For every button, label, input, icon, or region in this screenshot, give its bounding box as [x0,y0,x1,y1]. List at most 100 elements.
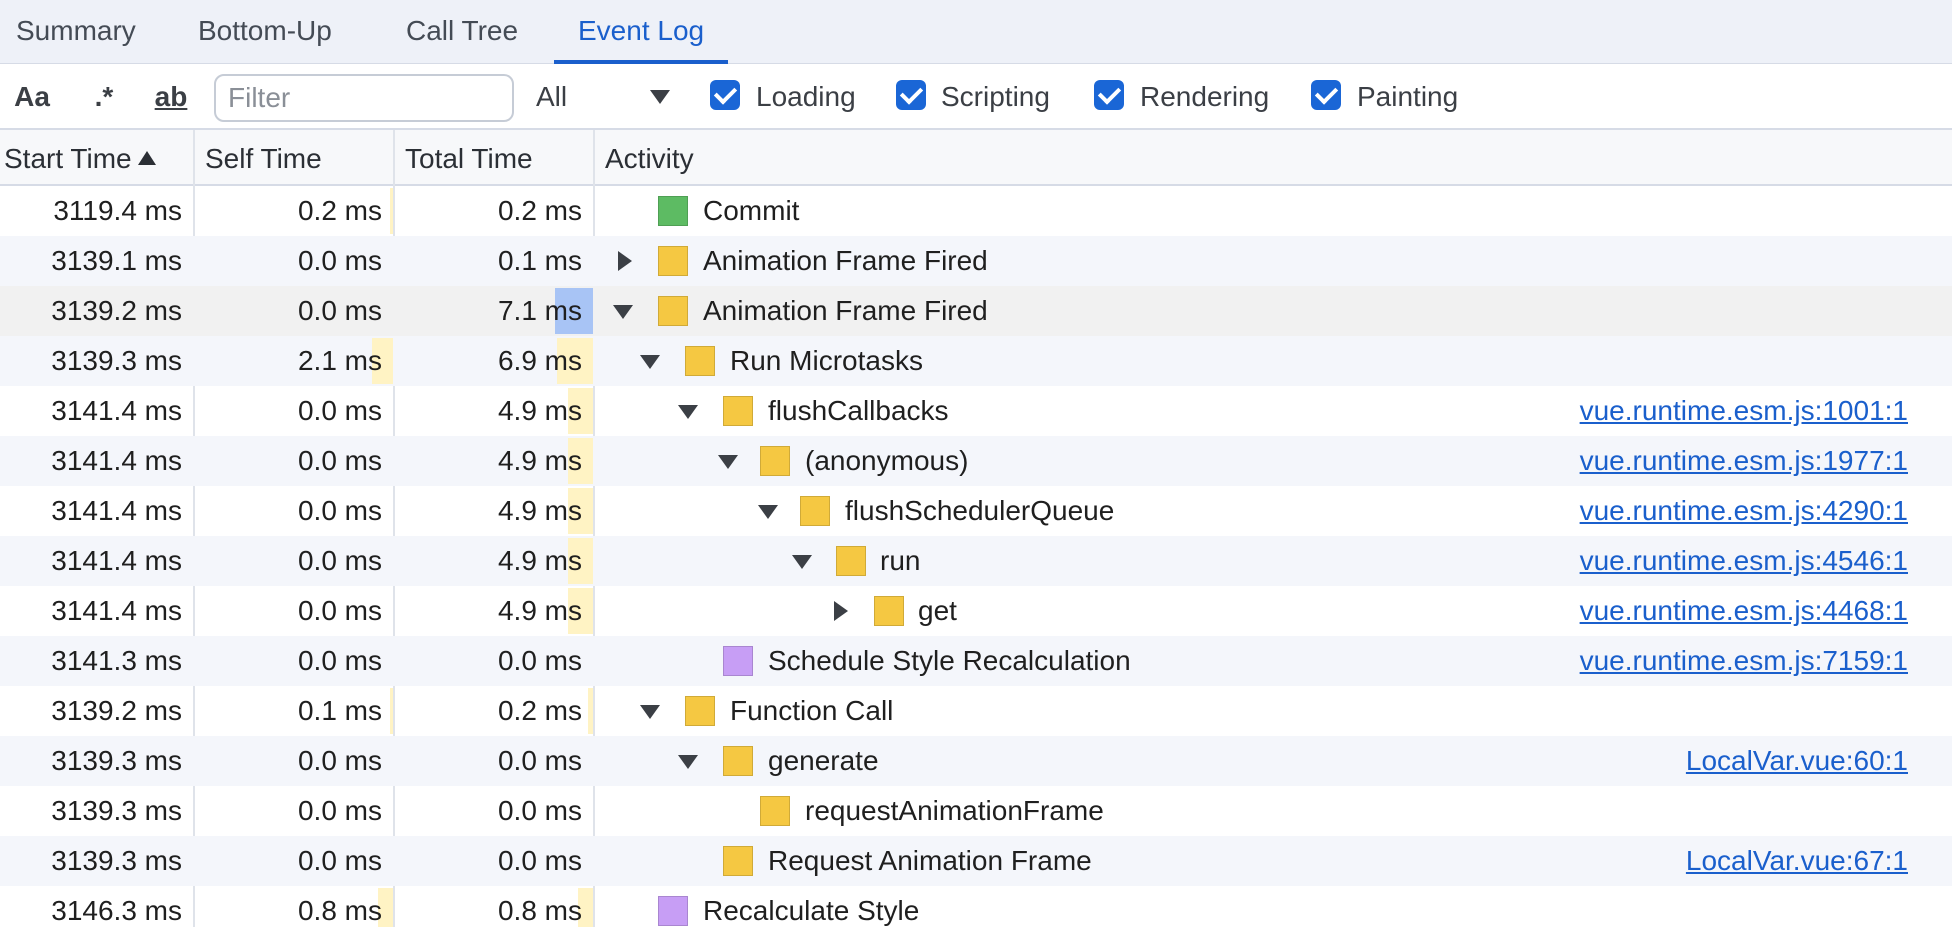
rendering-checkbox[interactable] [1094,80,1124,110]
source-link[interactable]: LocalVar.vue:60:1 [1686,736,1908,786]
activity-name: Run Microtasks [730,345,923,376]
activity-name: (anonymous) [805,445,969,476]
source-link[interactable]: vue.runtime.esm.js:7159:1 [1580,636,1908,686]
self-time-cell: 0.0 ms [297,795,382,826]
self-time-cell: 0.0 ms [297,395,382,426]
table-row[interactable]: 3139.1 ms 0.0 ms 0.1 ms Animation Frame … [0,236,1952,286]
total-time-cell: 0.0 ms [497,645,582,676]
scripting-swatch-icon [723,746,753,776]
table-row[interactable]: 3146.3 ms 0.8 ms 0.8 ms Recalculate Styl… [0,886,1952,927]
collapse-arrow-icon[interactable] [640,705,660,719]
table-row[interactable]: 3141.3 ms 0.0 ms 0.0 ms Schedule Style R… [0,636,1952,686]
start-time-cell: 3141.3 ms [51,645,182,676]
table-header: Start Time Self Time Total Time Activity [0,130,1952,186]
total-time-cell: 0.2 ms [497,195,582,226]
table-row[interactable]: 3139.3 ms 0.0 ms 0.0 ms Request Animatio… [0,836,1952,886]
tab-call-tree[interactable]: Call Tree [406,0,518,64]
table-row[interactable]: 3139.3 ms 2.1 ms 6.9 ms Run Microtasks [0,336,1952,386]
activity-name: flushSchedulerQueue [845,495,1115,526]
column-start-time[interactable]: Start Time [4,130,156,186]
table-row[interactable]: 3141.4 ms 0.0 ms 4.9 ms run vue.runtime.… [0,536,1952,586]
table-row[interactable]: 3139.2 ms 0.1 ms 0.2 ms Function Call [0,686,1952,736]
tab-bar: Summary Bottom-Up Call Tree Event Log [0,0,1952,64]
scripting-swatch-icon [723,846,753,876]
loading-label: Loading [756,81,856,112]
scripting-checkbox[interactable] [896,80,926,110]
table-row[interactable]: 3141.4 ms 0.0 ms 4.9 ms get vue.runtime.… [0,586,1952,636]
painting-checkbox[interactable] [1311,80,1341,110]
start-time-cell: 3139.3 ms [51,345,182,376]
filter-input[interactable] [214,74,514,122]
activity-name: generate [768,745,879,776]
self-time-cell: 0.0 ms [297,295,382,326]
self-time-cell: 0.0 ms [297,445,382,476]
collapse-arrow-icon[interactable] [613,305,633,319]
painting-label: Painting [1357,81,1459,112]
total-time-cell: 0.0 ms [497,745,582,776]
total-time-cell: 0.0 ms [497,845,582,876]
total-time-cell: 4.9 ms [497,395,582,426]
start-time-cell: 3139.2 ms [51,695,182,726]
total-time-cell: 4.9 ms [497,445,582,476]
start-time-cell: 3139.3 ms [51,795,182,826]
collapse-arrow-icon[interactable] [792,555,812,569]
event-log-table: Start Time Self Time Total Time Activity… [0,130,1952,927]
table-row[interactable]: 3141.4 ms 0.0 ms 4.9 ms flushSchedulerQu… [0,486,1952,536]
start-time-cell: 3146.3 ms [51,895,182,926]
source-link[interactable]: vue.runtime.esm.js:4468:1 [1580,586,1908,636]
tab-bottom-up[interactable]: Bottom-Up [198,0,332,64]
total-time-cell: 4.9 ms [497,495,582,526]
activity-name: flushCallbacks [768,395,949,426]
table-row[interactable]: 3139.3 ms 0.0 ms 0.0 ms generate LocalVa… [0,736,1952,786]
activity-name: Recalculate Style [703,895,920,926]
collapse-arrow-icon[interactable] [678,755,698,769]
tab-event-log[interactable]: Event Log [554,0,729,64]
tab-summary[interactable]: Summary [16,0,136,64]
expand-arrow-icon[interactable] [618,251,632,271]
scripting-swatch-icon [723,396,753,426]
self-time-cell: 2.1 ms [297,345,382,376]
collapse-arrow-icon[interactable] [678,405,698,419]
collapse-arrow-icon[interactable] [640,355,660,369]
regex-button[interactable]: .* [84,64,124,130]
category-select[interactable]: All [536,74,676,120]
source-link[interactable]: vue.runtime.esm.js:4546:1 [1580,536,1908,586]
source-link[interactable]: vue.runtime.esm.js:4290:1 [1580,486,1908,536]
start-time-cell: 3141.4 ms [51,395,182,426]
start-time-cell: 3139.1 ms [51,245,182,276]
match-case-button[interactable]: Aa [10,64,54,130]
source-link[interactable]: LocalVar.vue:67:1 [1686,836,1908,886]
table-row[interactable]: 3139.2 ms 0.0 ms 7.1 ms Animation Frame … [0,286,1952,336]
self-time-cell: 0.0 ms [297,545,382,576]
table-row[interactable]: 3141.4 ms 0.0 ms 4.9 ms (anonymous) vue.… [0,436,1952,486]
column-total-time[interactable]: Total Time [405,130,533,186]
whole-word-button[interactable]: ab [146,64,196,130]
collapse-arrow-icon[interactable] [758,505,778,519]
scripting-swatch-icon [760,446,790,476]
self-time-cell: 0.2 ms [297,195,382,226]
collapse-arrow-icon[interactable] [718,455,738,469]
table-row[interactable]: 3119.4 ms 0.2 ms 0.2 ms Commit [0,186,1952,236]
rendering-swatch-icon [658,896,688,926]
start-time-cell: 3139.3 ms [51,845,182,876]
start-time-cell: 3141.4 ms [51,445,182,476]
scripting-swatch-icon [800,496,830,526]
column-activity[interactable]: Activity [605,130,694,186]
source-link[interactable]: vue.runtime.esm.js:1977:1 [1580,436,1908,486]
activity-name: Function Call [730,695,894,726]
loading-checkbox[interactable] [710,80,740,110]
activity-name: get [918,595,957,626]
column-self-time[interactable]: Self Time [205,130,322,186]
scripting-swatch-icon [836,546,866,576]
start-time-cell: 3119.4 ms [53,195,182,226]
self-time-cell: 0.0 ms [297,245,382,276]
activity-name: Animation Frame Fired [703,245,988,276]
source-link[interactable]: vue.runtime.esm.js:1001:1 [1580,386,1908,436]
table-row[interactable]: 3141.4 ms 0.0 ms 4.9 ms flushCallbacks v… [0,386,1952,436]
scripting-swatch-icon [760,796,790,826]
total-time-cell: 0.1 ms [497,245,582,276]
activity-name: run [880,545,921,576]
expand-arrow-icon[interactable] [834,601,848,621]
activity-name: Request Animation Frame [768,845,1092,876]
table-row[interactable]: 3139.3 ms 0.0 ms 0.0 ms requestAnimation… [0,786,1952,836]
